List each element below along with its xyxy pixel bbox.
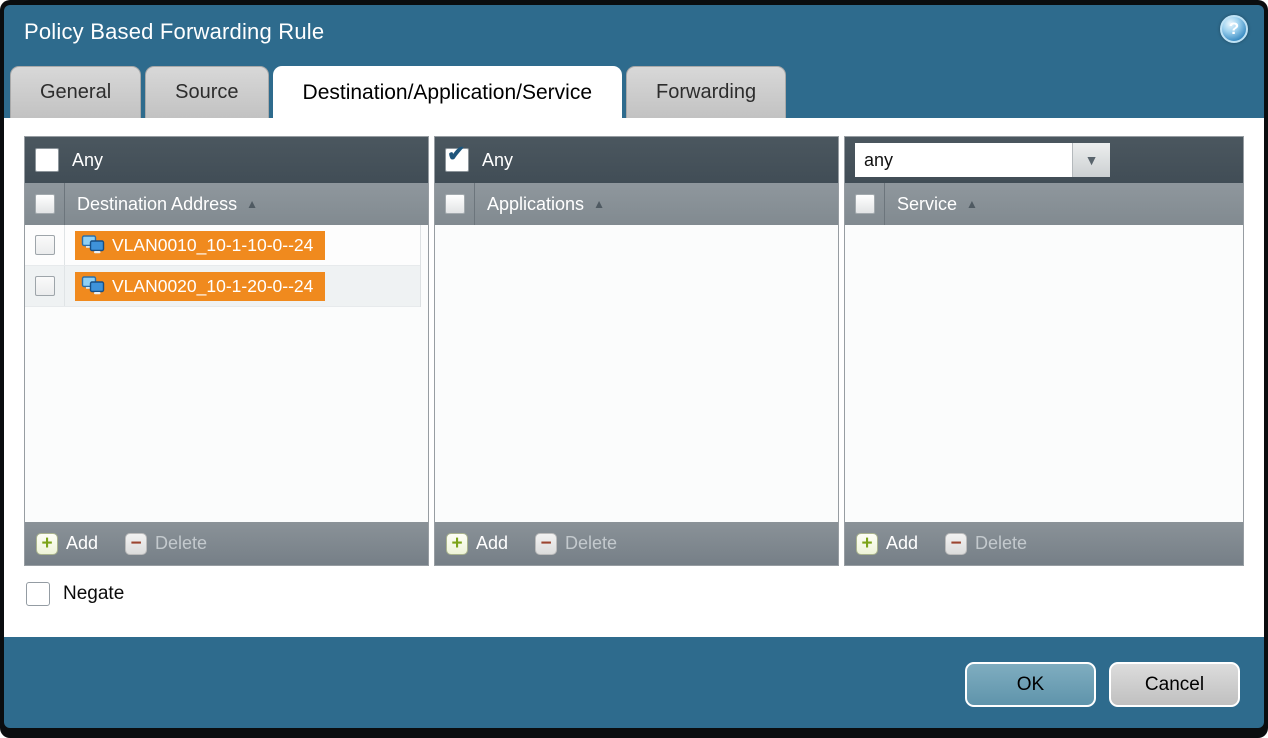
network-group-icon	[81, 235, 105, 255]
row-checkbox[interactable]	[35, 276, 55, 296]
destination-list: VLAN0010_10-1-10-0--24 VLAN0020_10-1-20-…	[25, 225, 428, 522]
select-all-cell	[435, 183, 475, 225]
service-type-dropdown[interactable]: any ▼	[855, 143, 1110, 177]
column-label: Applications	[487, 194, 584, 215]
applications-any-checkbox[interactable]: ✔	[445, 148, 469, 172]
destination-select-all-checkbox[interactable]	[35, 194, 55, 214]
tab-source[interactable]: Source	[145, 66, 268, 118]
service-dropdown-bar: any ▼	[845, 137, 1243, 183]
destination-any-checkbox[interactable]: ✔	[35, 148, 59, 172]
address-object-label: VLAN0010_10-1-10-0--24	[112, 235, 313, 256]
cancel-button[interactable]: Cancel	[1109, 662, 1240, 707]
applications-panel: ✔ Any Applications ▲	[434, 136, 839, 566]
sort-asc-icon: ▲	[246, 197, 258, 211]
column-label: Destination Address	[77, 194, 237, 215]
destination-delete-button[interactable]: − Delete	[125, 533, 207, 555]
service-delete-button[interactable]: − Delete	[945, 533, 1027, 555]
destination-add-button[interactable]: + Add	[36, 533, 98, 555]
destination-column-header: Destination Address ▲	[25, 183, 428, 225]
service-footer: + Add − Delete	[845, 522, 1243, 565]
tab-strip: General Source Destination/Application/S…	[10, 66, 790, 118]
address-object-tag[interactable]: VLAN0010_10-1-10-0--24	[75, 231, 325, 260]
delete-label: Delete	[155, 533, 207, 554]
tab-general[interactable]: General	[10, 66, 141, 118]
applications-delete-button[interactable]: − Delete	[535, 533, 617, 555]
ok-button[interactable]: OK	[965, 662, 1096, 707]
applications-column-title[interactable]: Applications ▲	[475, 194, 605, 215]
panel-container: ✔ Any Destination Address ▲	[4, 118, 1264, 566]
destination-any-label: Any	[72, 150, 103, 171]
applications-select-all-checkbox[interactable]	[445, 194, 465, 214]
tab-destination-application-service[interactable]: Destination/Application/Service	[273, 66, 623, 118]
table-row[interactable]: VLAN0020_10-1-20-0--24	[25, 266, 420, 307]
service-column-title[interactable]: Service ▲	[885, 194, 978, 215]
dropdown-button[interactable]: ▼	[1072, 143, 1110, 177]
add-icon: +	[856, 533, 878, 555]
delete-icon: −	[125, 533, 147, 555]
service-select-all-checkbox[interactable]	[855, 194, 875, 214]
negate-checkbox[interactable]	[26, 582, 50, 606]
address-object-label: VLAN0020_10-1-20-0--24	[112, 276, 313, 297]
add-label: Add	[66, 533, 98, 554]
table-row[interactable]: VLAN0010_10-1-10-0--24	[25, 225, 420, 266]
tab-content: ✔ Any Destination Address ▲	[4, 118, 1264, 637]
service-list	[845, 225, 1243, 522]
network-group-icon	[81, 276, 105, 296]
tab-forwarding[interactable]: Forwarding	[626, 66, 786, 118]
delete-icon: −	[945, 533, 967, 555]
row-checkbox[interactable]	[35, 235, 55, 255]
delete-label: Delete	[565, 533, 617, 554]
chevron-down-icon: ▼	[1085, 152, 1099, 168]
add-icon: +	[36, 533, 58, 555]
column-label: Service	[897, 194, 957, 215]
row-checkbox-cell	[25, 225, 65, 265]
sort-asc-icon: ▲	[593, 197, 605, 211]
delete-icon: −	[535, 533, 557, 555]
row-checkbox-cell	[25, 266, 65, 306]
add-label: Add	[476, 533, 508, 554]
checkmark-icon: ✔	[447, 143, 465, 165]
applications-footer: + Add − Delete	[435, 522, 838, 565]
dialog-title: Policy Based Forwarding Rule	[24, 19, 324, 45]
help-icon[interactable]: ?	[1220, 15, 1248, 43]
destination-any-bar: ✔ Any	[25, 137, 428, 183]
service-type-value: any	[855, 143, 1072, 177]
destination-rows: VLAN0010_10-1-10-0--24 VLAN0020_10-1-20-…	[25, 225, 421, 307]
service-column-header: Service ▲	[845, 183, 1243, 225]
negate-row: Negate	[26, 582, 124, 606]
destination-footer: + Add − Delete	[25, 522, 428, 565]
service-panel: any ▼ Service ▲	[844, 136, 1244, 566]
screen: Policy Based Forwarding Rule ? General S…	[0, 0, 1268, 738]
select-all-cell	[25, 183, 65, 225]
delete-label: Delete	[975, 533, 1027, 554]
negate-label: Negate	[63, 583, 124, 605]
address-object-tag[interactable]: VLAN0020_10-1-20-0--24	[75, 272, 325, 301]
add-label: Add	[886, 533, 918, 554]
service-add-button[interactable]: + Add	[856, 533, 918, 555]
select-all-cell	[845, 183, 885, 225]
pbf-rule-dialog: Policy Based Forwarding Rule ? General S…	[4, 5, 1264, 728]
add-icon: +	[446, 533, 468, 555]
applications-any-bar: ✔ Any	[435, 137, 838, 183]
sort-asc-icon: ▲	[966, 197, 978, 211]
dialog-buttons: OK Cancel	[965, 662, 1240, 707]
destination-address-panel: ✔ Any Destination Address ▲	[24, 136, 429, 566]
applications-column-header: Applications ▲	[435, 183, 838, 225]
applications-any-label: Any	[482, 150, 513, 171]
applications-list	[435, 225, 838, 522]
applications-add-button[interactable]: + Add	[446, 533, 508, 555]
destination-column-title[interactable]: Destination Address ▲	[65, 194, 258, 215]
